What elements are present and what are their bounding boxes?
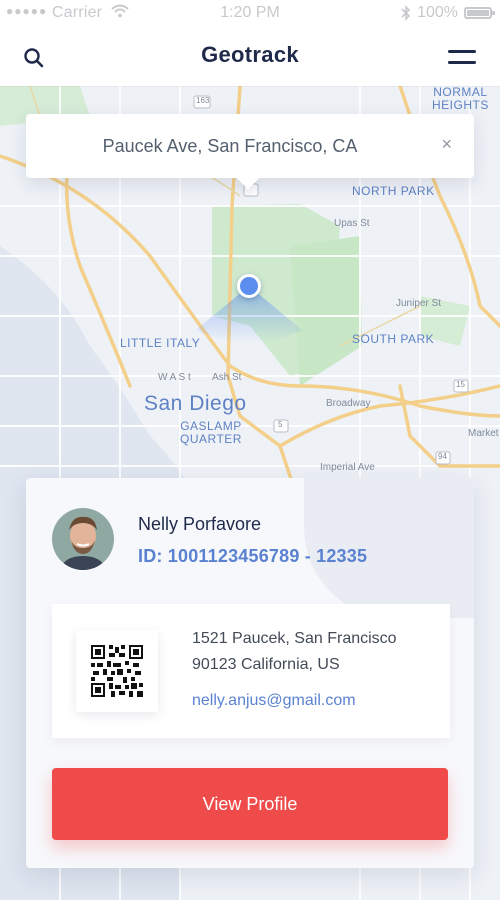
battery-percent: 100% [417,4,458,21]
address-line-2: 90123 California, US [192,656,340,673]
map-label-north-park: NORTH PARK [352,184,435,198]
route-shield-94: 94 [438,452,447,461]
status-right: 100% [401,4,495,22]
app-title: Geotrack [201,42,299,67]
map-label-imperial-ave: Imperial Ave [320,462,375,473]
map-label-ash-st: Ash St [212,372,242,383]
contact-info-box: 1521 Paucek, San Francisco 90123 Califor… [52,604,450,738]
location-pin-icon[interactable] [237,274,261,298]
app-header: Geotrack [0,28,500,86]
location-text: Paucek Ave, San Francisco, CA [102,136,358,156]
menu-button[interactable] [448,48,476,68]
map-label-market: Market [468,428,499,439]
avatar[interactable] [52,508,114,570]
qr-code-icon[interactable] [76,630,158,712]
route-shield-5: 5 [278,420,283,429]
address-line-1: 1521 Paucek, San Francisco [192,630,397,647]
email-link[interactable]: nelly.anjus@gmail.com [192,692,356,710]
bluetooth-icon [401,5,411,21]
map-label-juniper-st: Juniper St [396,298,442,309]
map-label-south-park: SOUTH PARK [352,332,435,346]
status-bar: ●●●●● Carrier 1:20 PM 100% [0,0,500,28]
route-shield-15: 15 [456,380,465,389]
battery-fill [467,10,489,16]
menu-icon [448,50,476,53]
map-label-broadway: Broadway [326,398,371,409]
battery-icon [464,7,495,19]
view-profile-button[interactable]: View Profile [52,768,448,840]
menu-icon-bar [448,61,476,64]
close-icon[interactable]: × [441,134,452,155]
qr-code-graphic [91,645,143,697]
user-name: Nelly Porfavore [138,514,262,534]
map-label-little-italy: LITTLE ITALY [120,336,201,350]
location-search-bar[interactable]: Paucek Ave, San Francisco, CA × [26,114,474,178]
user-id: ID: 1001123456789 - 12335 [138,546,368,566]
map-label-gaslamp: GASLAMP QUARTER [180,419,242,446]
map-label-upas-st: Upas St [334,218,370,229]
map-label-normal-heights: NORMAL HEIGHTS [432,86,489,112]
avatar-image [52,508,114,570]
map-label-san-diego: San Diego [144,392,247,415]
route-shield-163: 163 [196,96,210,105]
map-label-w-ash: W A S t [158,372,191,383]
profile-card: Nelly Porfavore ID: 1001123456789 - 1233… [26,478,474,868]
